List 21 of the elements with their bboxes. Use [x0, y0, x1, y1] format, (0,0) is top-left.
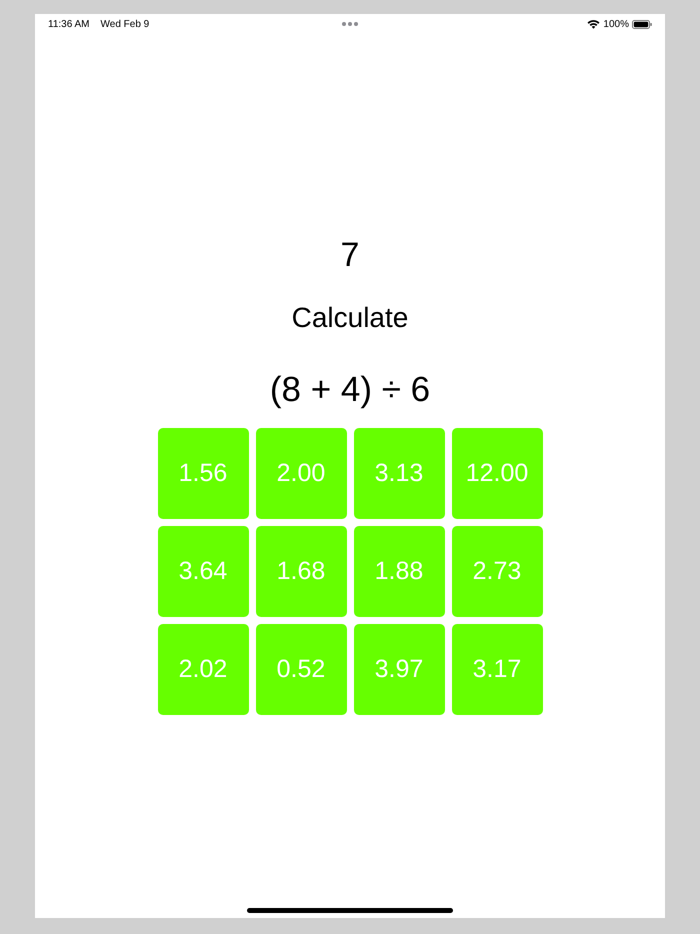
answer-tile[interactable]: 12.00 [452, 428, 542, 519]
answer-tile[interactable]: 3.97 [354, 624, 444, 715]
answer-tile[interactable]: 2.00 [256, 428, 346, 519]
wifi-icon [587, 19, 600, 29]
answer-tile[interactable]: 3.17 [452, 624, 542, 715]
answer-tile[interactable]: 0.52 [256, 624, 346, 715]
math-expression: (8 + 4) ÷ 6 [270, 370, 430, 410]
answer-tile[interactable]: 2.02 [158, 624, 248, 715]
status-time: 11:36 AM [48, 18, 90, 32]
answer-tile[interactable]: 1.56 [158, 428, 248, 519]
multitasking-dots-icon[interactable] [342, 22, 358, 26]
answer-tile[interactable]: 1.88 [354, 526, 444, 617]
prompt-label: Calculate [292, 302, 408, 334]
status-date: Wed Feb 9 [100, 18, 150, 32]
answer-tile[interactable]: 3.13 [354, 428, 444, 519]
answer-tile[interactable]: 3.64 [158, 526, 248, 617]
battery-icon [632, 20, 652, 28]
score-number: 7 [340, 235, 360, 275]
answer-tile[interactable]: 2.73 [452, 526, 542, 617]
answer-tile[interactable]: 1.68 [256, 526, 346, 617]
battery-percentage: 100% [603, 18, 629, 32]
